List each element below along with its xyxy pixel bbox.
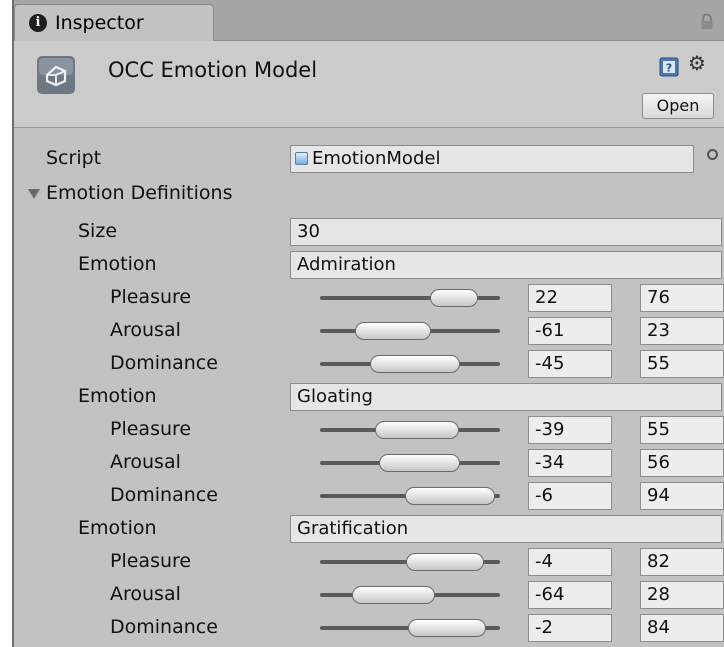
dimension-label: Pleasure — [110, 418, 192, 440]
emotion-label: Emotion — [78, 517, 157, 539]
emotion-label: Emotion — [78, 253, 157, 275]
max-value-field[interactable]: 55 — [640, 416, 724, 444]
dimension-row: Dominance -45 55 — [14, 348, 724, 380]
object-picker-icon[interactable] — [707, 149, 718, 160]
slider-range-thumb[interactable] — [352, 586, 436, 604]
min-value-field[interactable]: -61 — [528, 317, 612, 345]
dimension-label: Arousal — [110, 451, 181, 473]
script-row: Script EmotionModel — [14, 143, 724, 175]
min-max-slider[interactable] — [320, 553, 500, 571]
min-max-slider[interactable] — [320, 619, 500, 637]
dimension-row: Dominance -2 84 — [14, 612, 724, 644]
slider-range-thumb[interactable] — [374, 421, 460, 439]
open-button[interactable]: Open — [642, 93, 714, 119]
min-max-slider[interactable] — [320, 487, 500, 505]
max-value-field[interactable]: 55 — [640, 350, 724, 378]
min-max-slider[interactable] — [320, 355, 500, 373]
emotion-name-field[interactable]: Admiration — [290, 251, 722, 279]
script-value: EmotionModel — [312, 148, 441, 169]
tab-label: Inspector — [55, 12, 144, 34]
tab-inspector[interactable]: i Inspector — [14, 4, 214, 42]
max-value-field[interactable]: 23 — [640, 317, 724, 345]
min-value-field[interactable]: -6 — [528, 482, 612, 510]
slider-range-thumb[interactable] — [404, 487, 495, 505]
emotion-row: Emotion Gratification — [14, 513, 724, 545]
max-value-field[interactable]: 28 — [640, 581, 724, 609]
size-row: Size 30 — [14, 216, 724, 248]
lock-icon[interactable] — [700, 14, 714, 30]
emotion-label: Emotion — [78, 385, 157, 407]
min-value-field[interactable]: -45 — [528, 350, 612, 378]
svg-text:?: ? — [666, 62, 672, 75]
dimension-label: Dominance — [110, 484, 218, 506]
dimension-row: Pleasure -39 55 — [14, 414, 724, 446]
help-icon[interactable]: ? — [659, 57, 679, 77]
min-max-slider[interactable] — [320, 322, 500, 340]
asset-title: OCC Emotion Model — [108, 58, 318, 82]
dimension-row: Dominance -6 94 — [14, 480, 724, 512]
dimension-row: Pleasure 22 76 — [14, 282, 724, 314]
emotion-definitions-label: Emotion Definitions — [46, 182, 233, 204]
min-value-field[interactable]: -39 — [528, 416, 612, 444]
slider-range-thumb[interactable] — [406, 553, 484, 571]
script-label: Script — [46, 147, 102, 169]
min-max-slider[interactable] — [320, 421, 500, 439]
slider-range-thumb[interactable] — [429, 289, 479, 307]
max-value-field[interactable]: 94 — [640, 482, 724, 510]
dimension-label: Arousal — [110, 319, 181, 341]
min-value-field[interactable]: -64 — [528, 581, 612, 609]
emotion-definitions-foldout[interactable]: Emotion Definitions — [14, 178, 724, 210]
dimension-label: Pleasure — [110, 550, 192, 572]
max-value-field[interactable]: 84 — [640, 614, 724, 642]
emotion-row: Emotion Admiration — [14, 249, 724, 281]
asset-header: OCC Emotion Model ? ⚙ Open — [14, 41, 724, 128]
script-asset-icon — [295, 152, 308, 165]
dimension-label: Pleasure — [110, 286, 192, 308]
max-value-field[interactable]: 82 — [640, 548, 724, 576]
slider-range-thumb[interactable] — [379, 454, 461, 472]
emotion-row: Emotion Gloating — [14, 381, 724, 413]
slider-range-thumb[interactable] — [408, 619, 486, 637]
slider-range-thumb[interactable] — [355, 322, 431, 340]
tab-bar: i Inspector — [14, 0, 724, 42]
gear-icon[interactable]: ⚙ — [688, 53, 706, 73]
dimension-row: Arousal -64 28 — [14, 579, 724, 611]
dimension-label: Dominance — [110, 352, 218, 374]
dimension-row: Pleasure -4 82 — [14, 546, 724, 578]
min-value-field[interactable]: -4 — [528, 548, 612, 576]
dimension-row: Arousal -34 56 — [14, 447, 724, 479]
foldout-arrow-icon[interactable] — [28, 189, 40, 199]
dimension-label: Arousal — [110, 583, 181, 605]
min-max-slider[interactable] — [320, 586, 500, 604]
script-field[interactable]: EmotionModel — [290, 145, 694, 173]
min-value-field[interactable]: -34 — [528, 449, 612, 477]
max-value-field[interactable]: 56 — [640, 449, 724, 477]
size-label: Size — [78, 220, 118, 242]
size-field[interactable]: 30 — [290, 218, 722, 246]
inspector-window: i Inspector OCC Emotion Model ? ⚙ Open S… — [12, 0, 724, 647]
dimension-row: Arousal -61 23 — [14, 315, 724, 347]
emotion-name-field[interactable]: Gloating — [290, 383, 722, 411]
info-icon: i — [29, 14, 47, 32]
min-value-field[interactable]: -2 — [528, 614, 612, 642]
unity-asset-icon — [37, 56, 75, 94]
min-value-field[interactable]: 22 — [528, 284, 612, 312]
min-max-slider[interactable] — [320, 289, 500, 307]
max-value-field[interactable]: 76 — [640, 284, 724, 312]
min-max-slider[interactable] — [320, 454, 500, 472]
dimension-label: Dominance — [110, 616, 218, 638]
slider-range-thumb[interactable] — [369, 355, 460, 373]
emotion-name-field[interactable]: Gratification — [290, 515, 722, 543]
